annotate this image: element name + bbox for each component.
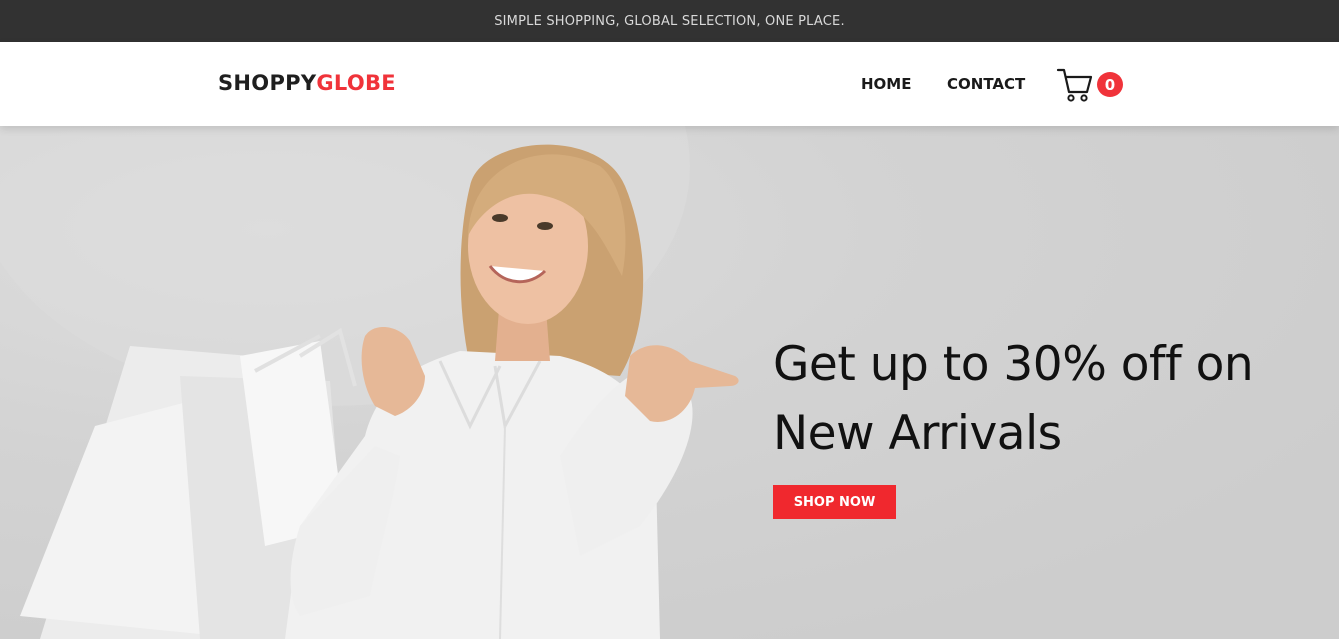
hero-headline: Get up to 30% off on New Arrivals [773,330,1293,468]
cart-button[interactable]: 0 [1056,66,1128,106]
shopping-cart-icon [1056,68,1093,102]
site-logo[interactable]: SHOPPYGLOBE [218,71,396,95]
cart-count-badge: 0 [1097,72,1123,97]
logo-part-globe: GLOBE [316,71,396,95]
nav-home-link[interactable]: HOME [861,75,911,93]
announcement-text: SIMPLE SHOPPING, GLOBAL SELECTION, ONE P… [494,13,845,29]
announcement-bar: SIMPLE SHOPPING, GLOBAL SELECTION, ONE P… [0,0,1339,42]
hero-banner: Get up to 30% off on New Arrivals SHOP N… [0,126,1339,639]
shop-now-button[interactable]: SHOP NOW [773,485,896,519]
nav-contact-link[interactable]: CONTACT [947,75,1025,93]
hero-image [0,126,739,639]
hero-headline-line2: New Arrivals [773,406,1062,461]
hero-headline-line1: Get up to 30% off on [773,337,1254,392]
site-header: SHOPPYGLOBE HOME CONTACT 0 [0,42,1339,126]
logo-part-shoppy: SHOPPY [218,71,317,95]
